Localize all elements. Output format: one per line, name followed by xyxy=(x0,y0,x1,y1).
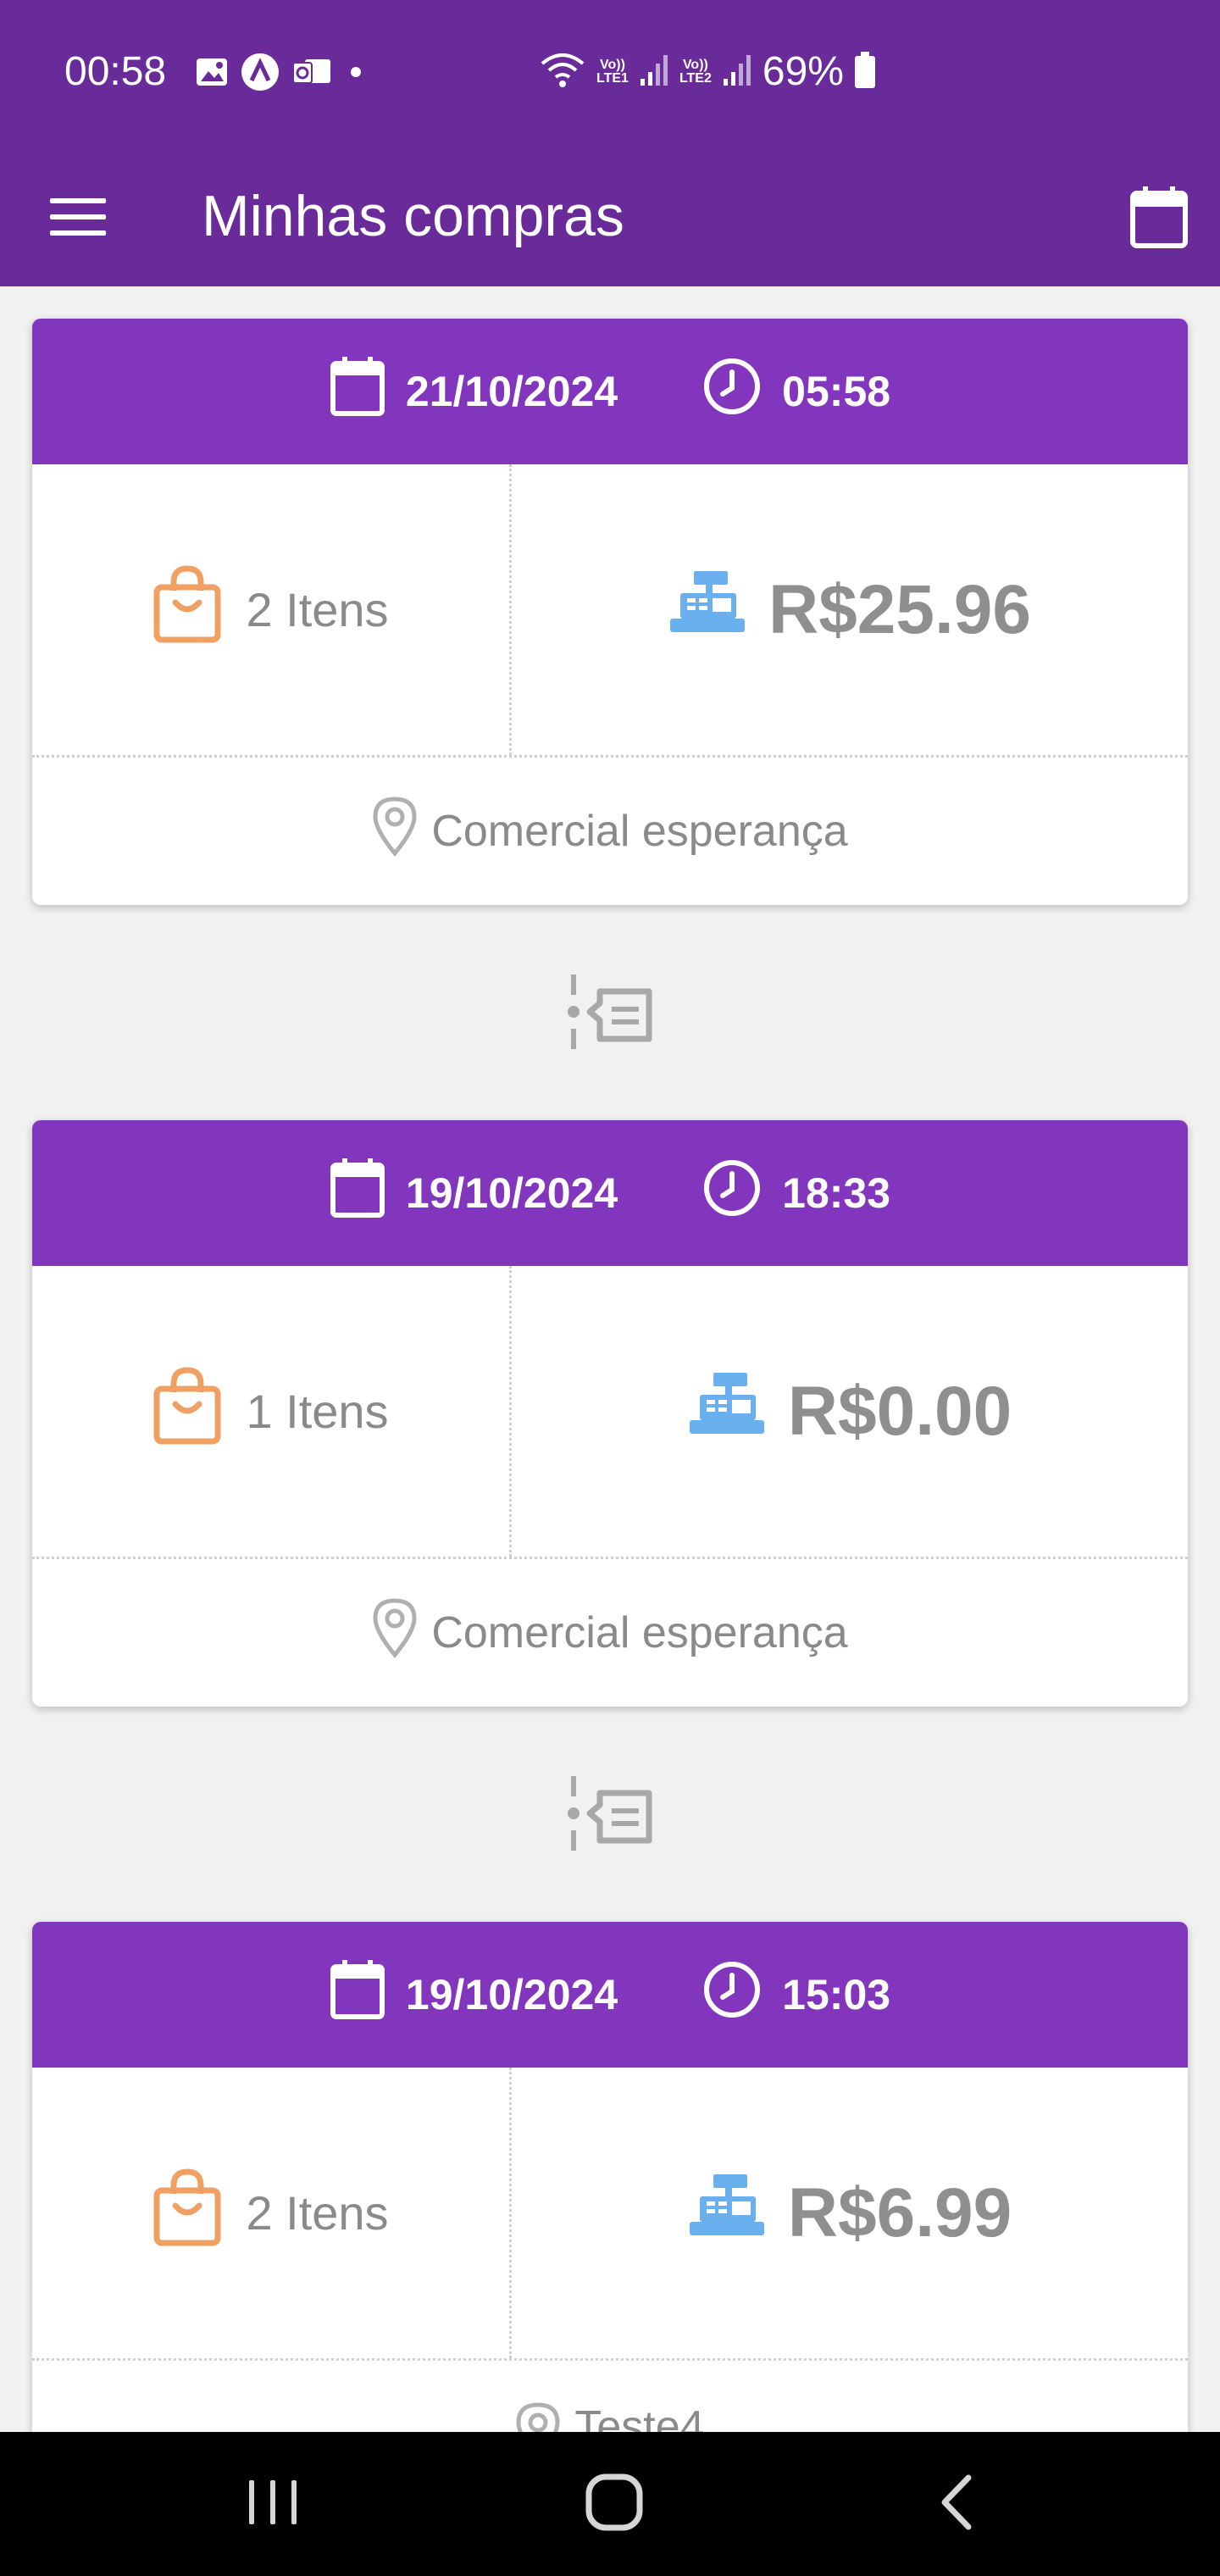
location-pin-icon xyxy=(372,796,418,868)
card-summary: 2 Itens R$6.99 xyxy=(32,2068,1188,2361)
card-summary: 1 Itens R$0.00 xyxy=(32,1266,1188,1559)
outlook-icon xyxy=(291,56,332,92)
recent-apps-button[interactable] xyxy=(214,2457,332,2551)
purchase-date: 19/10/2024 xyxy=(330,1959,618,2030)
back-icon xyxy=(934,2473,977,2536)
store-location: Teste4 xyxy=(32,2361,1188,2432)
recent-apps-icon xyxy=(246,2479,300,2530)
item-count: 2 Itens xyxy=(32,464,512,755)
system-navigation-bar xyxy=(0,2432,1220,2576)
signal-icon xyxy=(639,53,669,92)
home-button[interactable] xyxy=(555,2457,674,2551)
calendar-icon xyxy=(330,1158,385,1229)
purchase-date: 19/10/2024 xyxy=(330,1158,618,1229)
cash-register-icon xyxy=(668,568,746,652)
wifi-icon xyxy=(539,50,586,95)
menu-button[interactable] xyxy=(34,175,122,263)
signal-icon-2 xyxy=(722,53,752,92)
system-icons: Vo)) LTE1 Vo)) LTE2 69% xyxy=(539,47,876,97)
clock-icon xyxy=(702,1960,762,2029)
gallery-icon xyxy=(195,57,229,92)
purchase-list[interactable]: 21/10/2024 05:58 2 Itens R$25.96 Comerci… xyxy=(0,286,1220,2432)
calendar-icon xyxy=(330,356,385,427)
app-bar: Minhas compras xyxy=(0,146,1220,286)
card-header: 21/10/2024 05:58 xyxy=(32,319,1188,464)
card-header: 19/10/2024 18:33 xyxy=(32,1120,1188,1266)
purchase-total: R$6.99 xyxy=(512,2068,1188,2358)
back-button[interactable] xyxy=(896,2457,1015,2551)
status-bar: 00:58 Vo)) LTE1 Vo)) LTE2 69% xyxy=(0,0,1220,146)
battery-percent: 69% xyxy=(762,49,844,94)
cash-register-icon xyxy=(688,2171,766,2256)
battery-icon xyxy=(854,51,876,93)
store-location: Comercial esperança xyxy=(32,1559,1188,1707)
status-time: 00:58 xyxy=(64,49,167,94)
purchase-card[interactable]: 21/10/2024 05:58 2 Itens R$25.96 Comerci… xyxy=(32,319,1188,905)
shopping-bag-icon xyxy=(152,565,222,654)
cash-register-icon xyxy=(688,1369,766,1454)
volte-lte1-label: Vo)) LTE1 xyxy=(596,58,629,86)
purchase-card[interactable]: 19/10/2024 18:33 1 Itens R$0.00 Comercia… xyxy=(32,1120,1188,1707)
card-header: 19/10/2024 15:03 xyxy=(32,1922,1188,2068)
list-separator xyxy=(568,973,656,1054)
shopping-bag-icon xyxy=(152,2168,222,2257)
card-summary: 2 Itens R$25.96 xyxy=(32,464,1188,758)
store-location: Comercial esperança xyxy=(32,758,1188,905)
dot-icon xyxy=(344,65,368,83)
purchase-time: 18:33 xyxy=(702,1158,890,1228)
purchase-date: 21/10/2024 xyxy=(330,356,618,427)
notification-icons xyxy=(195,53,368,96)
purchase-card[interactable]: 19/10/2024 15:03 2 Itens R$6.99 Teste4 xyxy=(32,1922,1188,2432)
shopping-bag-icon xyxy=(152,1367,222,1456)
list-details-icon xyxy=(568,1773,656,1858)
purchase-time: 15:03 xyxy=(702,1960,890,2029)
list-separator xyxy=(568,1774,656,1856)
item-count: 2 Itens xyxy=(32,2068,512,2358)
item-count: 1 Itens xyxy=(32,1266,512,1557)
clock-icon xyxy=(702,1158,762,1228)
page-title: Minhas compras xyxy=(202,184,624,248)
calendar-icon xyxy=(330,1959,385,2030)
location-pin-icon xyxy=(515,2401,561,2432)
calendar-icon xyxy=(1129,185,1189,253)
location-pin-icon xyxy=(372,1597,418,1669)
purchase-total: R$0.00 xyxy=(512,1266,1188,1557)
app-icon xyxy=(241,53,280,96)
purchase-total: R$25.96 xyxy=(512,464,1188,755)
purchase-time: 05:58 xyxy=(702,357,890,426)
calendar-filter-button[interactable] xyxy=(1115,175,1203,263)
list-details-icon xyxy=(568,971,656,1057)
volte-lte2-label: Vo)) LTE2 xyxy=(679,58,712,86)
home-icon xyxy=(585,2473,644,2536)
clock-icon xyxy=(702,357,762,426)
hamburger-menu-icon xyxy=(50,197,106,242)
